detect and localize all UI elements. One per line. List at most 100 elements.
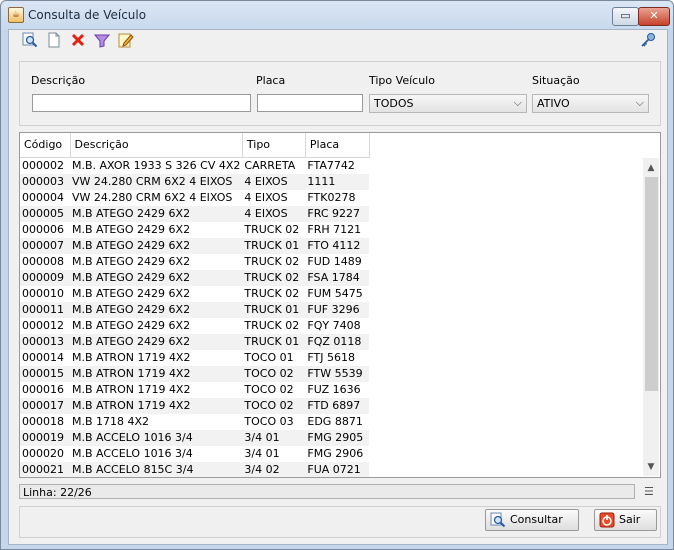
cell-descricao: M.B 1718 4X2 [72,415,150,428]
cell-placa: FRC 9227 [305,205,370,222]
cell-codigo: 000004 [22,191,64,204]
cell-tipo: TRUCK 02 [242,269,306,286]
table-row[interactable]: 000005 M.B ATEGO 2429 6X2 4 EIXOS FRC 9227 [20,205,370,222]
cell-tipo: TRUCK 02 [244,223,300,236]
table-header-row: Código Descrição Tipo Placa [20,133,370,158]
cell-placa: FUD 1489 [307,255,362,268]
column-header-codigo[interactable]: Código [20,133,71,158]
column-header-placa[interactable]: Placa [305,133,370,158]
cell-placa: FTJ 5618 [307,351,355,364]
chevron-down-icon: ⌵ [513,96,522,109]
cell-descricao: M.B ACCELO 815C 3/4 [70,461,243,477]
cell-tipo: TRUCK 01 [242,237,306,254]
table-row[interactable]: 000016 M.B ATRON 1719 4X2 TOCO 02 FUZ 1636 [20,382,369,398]
cell-codigo: 000010 [22,287,64,300]
placa-label: Placa [256,74,286,87]
window-title: Consulta de Veículo [28,8,147,22]
cell-codigo: 000020 [22,447,64,460]
chevron-down-icon: ⌵ [635,96,644,109]
vehicle-table-panel: Código Descrição Tipo Placa 000002 M.B. A… [19,132,661,478]
cell-descricao: M.B ATRON 1719 4X2 [70,397,243,414]
cell-codigo: 000008 [22,255,64,268]
cell-tipo: 3/4 02 [242,461,306,477]
cell-codigo: 000021 [20,461,70,477]
table-row[interactable]: 000019 M.B ACCELO 1016 3/4 3/4 01 FMG 2905 [20,429,370,446]
table-row[interactable]: 000017 M.B ATRON 1719 4X2 TOCO 02 FTD 6897 [20,397,370,414]
vertical-scrollbar[interactable]: ▲ ▼ [643,158,659,476]
cell-tipo: TRUCK 02 [244,255,300,268]
restore-button[interactable]: ▭ [612,7,639,26]
descricao-input[interactable] [32,94,251,112]
new-document-icon[interactable] [45,32,63,50]
consultar-button[interactable]: Consultar [485,509,579,531]
client-area: Descrição Placa Tipo Veículo TODOS ⌵ Sit… [8,29,668,545]
cell-codigo: 000014 [22,351,64,364]
placa-input[interactable] [257,94,363,112]
cell-tipo: TOCO 02 [244,383,294,396]
table-row[interactable]: 000002 M.B. AXOR 1933 S 326 CV 4X2 CARRETA… [20,157,369,174]
sair-label: Sair [619,513,641,526]
table-row[interactable]: 000018 M.B 1718 4X2 TOCO 03 EDG 8871 [20,414,369,430]
scroll-up-icon[interactable]: ▲ [643,161,659,175]
search-document-icon[interactable] [21,32,39,50]
cell-tipo: TRUCK 01 [242,301,306,318]
cell-tipo: TRUCK 02 [244,319,300,332]
cell-descricao: M.B ATEGO 2429 6X2 [70,301,243,318]
table-row[interactable]: 000009 M.B ATEGO 2429 6X2 TRUCK 02 FSA 1784 [20,269,370,286]
button-panel: Consultar Sair [19,506,661,538]
close-button[interactable]: ✕ [638,7,670,26]
status-bar: Linha: 22/26 [19,484,635,499]
column-header-tipo[interactable]: Tipo [242,133,306,158]
window: ☕ Consulta de Veículo ▭ ✕ Descrição Plac… [0,0,674,550]
sair-button[interactable]: Sair [594,509,657,531]
consultar-label: Consultar [510,513,563,526]
column-header-descricao[interactable]: Descrição [70,133,243,158]
cell-codigo: 000012 [22,319,64,332]
cell-placa: FTK0278 [307,191,356,204]
cell-tipo: 3/4 01 [244,447,280,460]
title-bar[interactable]: ☕ Consulta de Veículo ▭ ✕ [1,1,673,29]
table-row[interactable]: 000013 M.B ATEGO 2429 6X2 TRUCK 01 FQZ 0118 [20,333,370,350]
table-row[interactable]: 000011 M.B ATEGO 2429 6X2 TRUCK 01 FUF 3296 [20,301,370,318]
cell-tipo: 3/4 01 [242,429,306,446]
cell-codigo: 000015 [20,365,70,382]
table-row[interactable]: 000012 M.B ATEGO 2429 6X2 TRUCK 02 FQY 7408 [20,318,369,334]
scroll-down-icon[interactable]: ▼ [643,460,659,474]
table-row[interactable]: 000014 M.B ATRON 1719 4X2 TOCO 01 FTJ 5618 [20,350,369,366]
cell-descricao: M.B ATEGO 2429 6X2 [70,269,243,286]
cell-tipo: TOCO 02 [242,397,306,414]
key-icon[interactable] [639,32,657,50]
cell-descricao: M.B ATEGO 2429 6X2 [70,205,243,222]
cell-placa: FQZ 0118 [305,333,370,350]
table-row[interactable]: 000007 M.B ATEGO 2429 6X2 TRUCK 01 FTO 4112 [20,237,370,254]
filter-panel: Descrição Placa Tipo Veículo TODOS ⌵ Sit… [19,61,661,126]
menu-icon[interactable]: ☰ [644,486,657,497]
cell-codigo: 000018 [22,415,64,428]
cell-placa: FMG 2905 [305,429,370,446]
vehicle-table: Código Descrição Tipo Placa 000002 M.B. A… [20,133,370,477]
table-row[interactable]: 000010 M.B ATEGO 2429 6X2 TRUCK 02 FUM 5475 [20,286,369,302]
table-row[interactable]: 000003 VW 24.280 CRM 6X2 4 EIXOS 4 EIXOS 11… [20,173,370,190]
scrollbar-thumb[interactable] [645,177,658,391]
edit-icon[interactable] [117,32,135,50]
cell-codigo: 000019 [20,429,70,446]
delete-icon[interactable] [69,32,87,50]
table-row[interactable]: 000004 VW 24.280 CRM 6X2 4 EIXOS 4 EIXOS FT… [20,190,369,206]
cell-codigo: 000011 [20,301,70,318]
tipo-veiculo-select[interactable]: TODOS ⌵ [369,94,527,113]
table-row[interactable]: 000015 M.B ATRON 1719 4X2 TOCO 02 FTW 5539 [20,365,370,382]
cell-descricao: M.B ATEGO 2429 6X2 [70,237,243,254]
filter-icon[interactable] [93,32,111,50]
cell-descricao: M.B ATEGO 2429 6X2 [72,223,191,236]
table-row[interactable]: 000006 M.B ATEGO 2429 6X2 TRUCK 02 FRH 7121 [20,222,369,238]
situacao-select[interactable]: ATIVO ⌵ [532,94,649,113]
tipo-veiculo-value: TODOS [374,97,414,110]
cell-codigo: 000013 [20,333,70,350]
table-row[interactable]: 000021 M.B ACCELO 815C 3/4 3/4 02 FUA 0721 [20,461,370,477]
table-row[interactable]: 000020 M.B ACCELO 1016 3/4 3/4 01 FMG 2906 [20,446,369,462]
cell-placa: 1111 [305,173,370,190]
table-row[interactable]: 000008 M.B ATEGO 2429 6X2 TRUCK 02 FUD 1489 [20,254,369,270]
cell-codigo: 000009 [20,269,70,286]
cell-descricao: M.B ATEGO 2429 6X2 [72,287,191,300]
cell-placa: FTO 4112 [305,237,370,254]
